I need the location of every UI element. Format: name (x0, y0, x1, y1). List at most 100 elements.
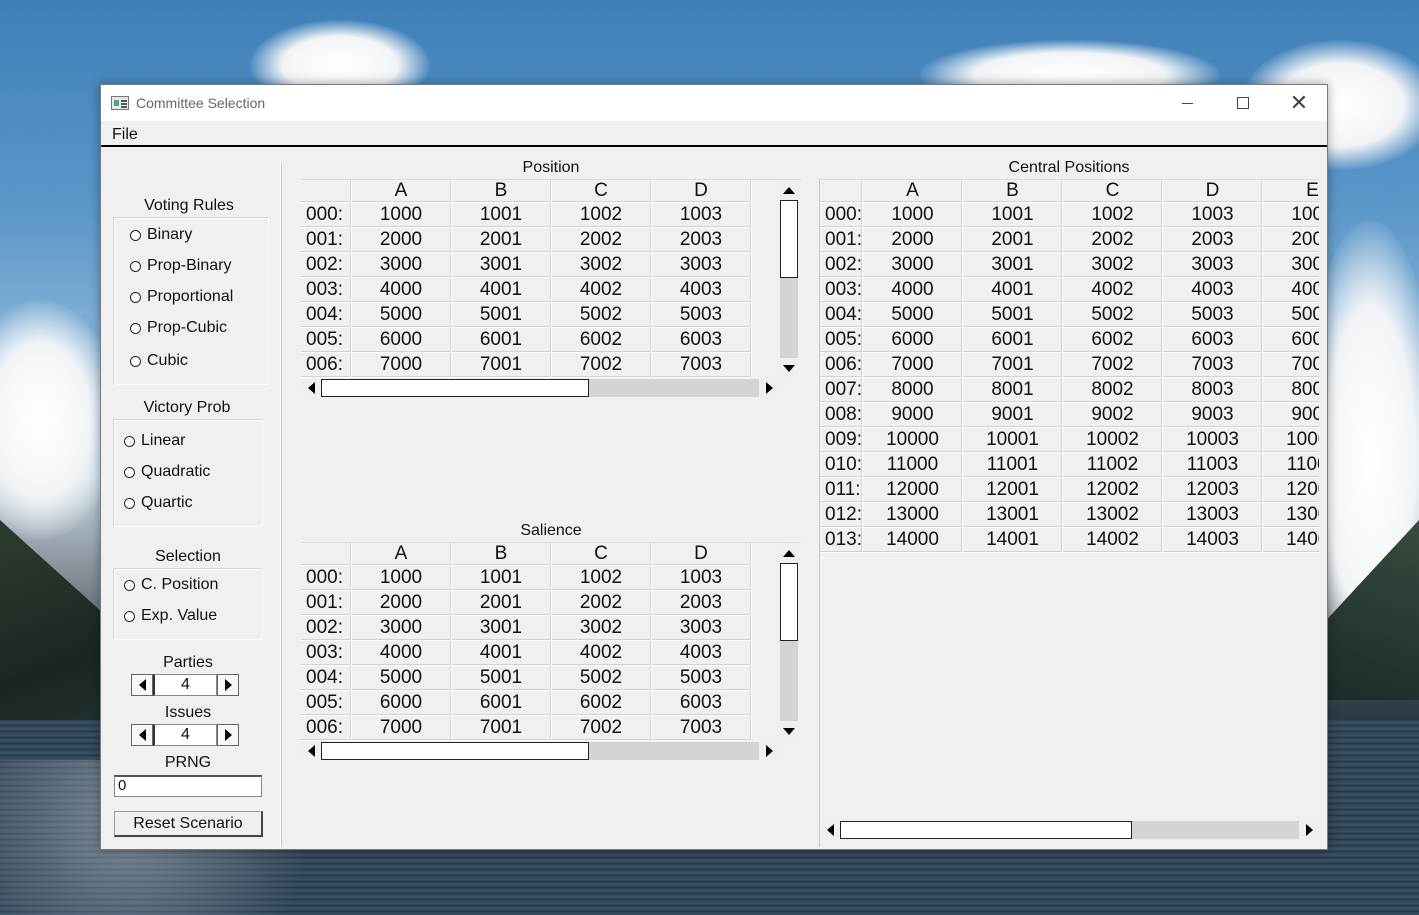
table-cell[interactable]: 3001 (451, 252, 552, 278)
radio-binary[interactable]: Binary (130, 226, 192, 244)
row-header[interactable]: 002: (301, 615, 352, 641)
column-header[interactable]: D (651, 180, 752, 203)
row-header[interactable]: 012: (820, 502, 863, 528)
table-cell[interactable]: 1002 (551, 565, 652, 591)
row-header[interactable]: 006: (301, 715, 352, 741)
table-cell[interactable]: 4002 (551, 640, 652, 666)
table-cell[interactable]: 2002 (1062, 227, 1163, 253)
position-hscrollbar[interactable] (301, 378, 779, 397)
column-header[interactable]: C (551, 543, 652, 566)
table-cell[interactable]: 9000 (862, 402, 963, 428)
column-header[interactable]: A (351, 543, 452, 566)
table-cell[interactable]: 5001 (451, 665, 552, 691)
radio-cubic[interactable]: Cubic (130, 352, 188, 370)
row-header[interactable]: 000: (301, 565, 352, 591)
table-cell[interactable]: 1004 (1262, 202, 1319, 228)
table-cell[interactable]: 10002 (1062, 427, 1163, 453)
table-cell[interactable]: 3004 (1262, 252, 1319, 278)
row-header[interactable]: 009: (820, 427, 863, 453)
row-header[interactable]: 001: (820, 227, 863, 253)
row-header[interactable]: 005: (820, 327, 863, 353)
table-cell[interactable]: 14004 (1262, 527, 1319, 553)
column-header[interactable]: D (1162, 180, 1263, 203)
column-header[interactable]: A (862, 180, 963, 203)
table-cell[interactable]: 11002 (1062, 452, 1163, 478)
table-cell[interactable]: 1000 (351, 202, 452, 228)
column-header[interactable]: D (651, 543, 752, 566)
table-cell[interactable]: 1002 (551, 202, 652, 228)
table-cell[interactable]: 4001 (451, 277, 552, 303)
salience-hscrollbar[interactable] (301, 741, 779, 760)
title-bar[interactable]: Committee Selection ✕ (101, 85, 1327, 121)
column-header[interactable]: B (451, 543, 552, 566)
table-cell[interactable]: 7002 (1062, 352, 1163, 378)
table-cell[interactable]: 7003 (1162, 352, 1263, 378)
table-cell[interactable]: 7002 (551, 352, 652, 378)
table-cell[interactable]: 3000 (351, 252, 452, 278)
table-cell[interactable]: 9003 (1162, 402, 1263, 428)
table-cell[interactable]: 6000 (862, 327, 963, 353)
table-cell[interactable]: 4001 (451, 640, 552, 666)
table-cell[interactable]: 12004 (1262, 477, 1319, 503)
scroll-track[interactable] (1132, 821, 1299, 839)
table-cell[interactable]: 3002 (551, 252, 652, 278)
table-cell[interactable]: 7002 (551, 715, 652, 741)
radio-quadratic[interactable]: Quadratic (124, 463, 210, 481)
radio-c-position[interactable]: C. Position (124, 576, 218, 594)
column-header[interactable]: B (962, 180, 1063, 203)
table-cell[interactable]: 7001 (962, 352, 1063, 378)
table-cell[interactable]: 5001 (962, 302, 1063, 328)
table-cell[interactable]: 2002 (551, 227, 652, 253)
table-cell[interactable]: 5002 (551, 302, 652, 328)
table-cell[interactable]: 9001 (962, 402, 1063, 428)
table-cell[interactable]: 8002 (1062, 377, 1163, 403)
table-cell[interactable]: 10003 (1162, 427, 1263, 453)
table-cell[interactable]: 6001 (962, 327, 1063, 353)
row-header[interactable]: 008: (820, 402, 863, 428)
scroll-right-button[interactable] (1299, 820, 1319, 840)
radio-quartic[interactable]: Quartic (124, 494, 193, 512)
row-header[interactable]: 001: (301, 590, 352, 616)
table-cell[interactable]: 6000 (351, 327, 452, 353)
menu-file[interactable]: File (112, 126, 138, 144)
table-cell[interactable]: 3003 (651, 252, 752, 278)
close-button[interactable]: ✕ (1271, 85, 1327, 121)
table-cell[interactable]: 2000 (351, 590, 452, 616)
table-cell[interactable]: 7003 (651, 352, 752, 378)
row-header[interactable]: 001: (301, 227, 352, 253)
scroll-thumb[interactable] (321, 742, 589, 760)
table-cell[interactable]: 3001 (962, 252, 1063, 278)
column-header[interactable]: A (351, 180, 452, 203)
table-cell[interactable]: 4000 (862, 277, 963, 303)
table-cell[interactable]: 1003 (651, 202, 752, 228)
table-cell[interactable]: 2002 (551, 590, 652, 616)
table-cell[interactable]: 2004 (1262, 227, 1319, 253)
row-header[interactable]: 004: (820, 302, 863, 328)
table-cell[interactable]: 4003 (651, 640, 752, 666)
table-cell[interactable]: 2001 (451, 227, 552, 253)
issues-value[interactable]: 4 (153, 724, 217, 746)
table-cell[interactable]: 5001 (451, 302, 552, 328)
scroll-track[interactable] (589, 742, 759, 760)
table-cell[interactable]: 14000 (862, 527, 963, 553)
row-header[interactable]: 004: (301, 665, 352, 691)
table-cell[interactable]: 7004 (1262, 352, 1319, 378)
table-cell[interactable]: 9004 (1262, 402, 1319, 428)
table-cell[interactable]: 6004 (1262, 327, 1319, 353)
table-cell[interactable]: 4003 (651, 277, 752, 303)
scroll-track[interactable] (780, 641, 798, 721)
prng-input[interactable]: 0 (114, 775, 262, 797)
position-vscrollbar[interactable] (779, 180, 799, 378)
row-header[interactable]: 002: (301, 252, 352, 278)
scroll-down-button[interactable] (779, 721, 799, 741)
scroll-track[interactable] (589, 379, 759, 397)
maximize-button[interactable] (1215, 85, 1271, 121)
table-cell[interactable]: 3002 (551, 615, 652, 641)
column-header[interactable]: C (551, 180, 652, 203)
table-cell[interactable]: 3002 (1062, 252, 1163, 278)
table-cell[interactable]: 3003 (1162, 252, 1263, 278)
scroll-thumb[interactable] (321, 379, 589, 397)
scroll-left-button[interactable] (301, 378, 321, 397)
table-cell[interactable]: 8001 (962, 377, 1063, 403)
table-cell[interactable]: 1003 (651, 565, 752, 591)
